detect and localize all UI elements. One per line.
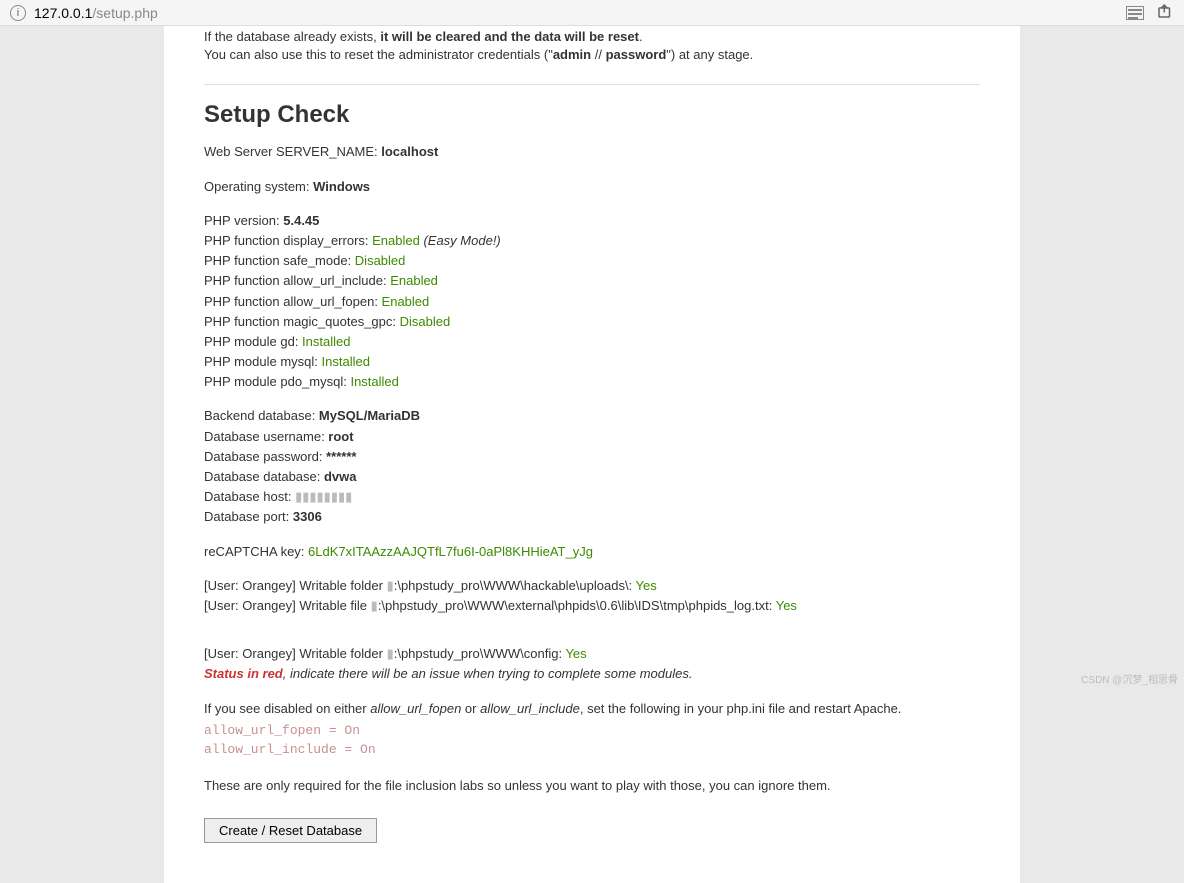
- php-func-line: PHP module gd: Installed: [204, 333, 980, 351]
- database-line: Database port: 3306: [204, 508, 980, 526]
- advice-line: If you see disabled on either allow_url_…: [204, 700, 980, 718]
- database-line: Database username: root: [204, 428, 980, 446]
- php-func-line: PHP function safe_mode: Disabled: [204, 252, 980, 270]
- php-func-line: PHP function allow_url_fopen: Enabled: [204, 293, 980, 311]
- database-line: Database host: ▮▮▮▮▮▮▮▮: [204, 488, 980, 506]
- writable-config: [User: Orangey] Writable folder ▮:\phpst…: [204, 645, 980, 663]
- address-bar[interactable]: i 127.0.0.1/setup.php: [0, 0, 1184, 26]
- php-func-line: PHP function magic_quotes_gpc: Disabled: [204, 313, 980, 331]
- status-in-red-note: Status in red, indicate there will be an…: [204, 665, 980, 683]
- php-func-line: PHP module mysql: Installed: [204, 353, 980, 371]
- recaptcha-key: 6LdK7xITAAzzAAJQTfL7fu6I-0aPl8KHHieAT_yJ…: [308, 544, 593, 559]
- writable-uploads: [User: Orangey] Writable folder ▮:\phpst…: [204, 577, 980, 595]
- php-func-line: PHP module pdo_mysql: Installed: [204, 373, 980, 391]
- php-func-line: PHP function display_errors: Enabled (Ea…: [204, 232, 980, 250]
- setup-check-body: Web Server SERVER_NAME: localhost Operat…: [204, 143, 980, 795]
- database-line: Database password: ******: [204, 448, 980, 466]
- setup-check-heading: Setup Check: [204, 101, 980, 129]
- url-host: 127.0.0.1: [34, 5, 92, 21]
- database-line: Database database: dvwa: [204, 468, 980, 486]
- create-reset-database-button[interactable]: Create / Reset Database: [204, 818, 377, 843]
- php-func-line: PHP function allow_url_include: Enabled: [204, 272, 980, 290]
- translate-icon[interactable]: [1126, 6, 1144, 20]
- csdn-watermark: CSDN @沉梦_相思骨: [1081, 671, 1178, 686]
- divider: [204, 84, 980, 85]
- prelude-text: If the database already exists, it will …: [204, 26, 980, 64]
- writable-phpids-log: [User: Orangey] Writable file ▮:\phpstud…: [204, 597, 980, 615]
- share-icon[interactable]: [1156, 2, 1174, 23]
- page-content: If the database already exists, it will …: [164, 26, 1020, 883]
- url-path: /setup.php: [92, 5, 157, 21]
- closing-note: These are only required for the file inc…: [204, 777, 980, 795]
- php-ini-snippet: allow_url_fopen = On allow_url_include =…: [204, 722, 980, 760]
- site-info-icon[interactable]: i: [10, 5, 26, 21]
- database-line: Backend database: MySQL/MariaDB: [204, 407, 980, 425]
